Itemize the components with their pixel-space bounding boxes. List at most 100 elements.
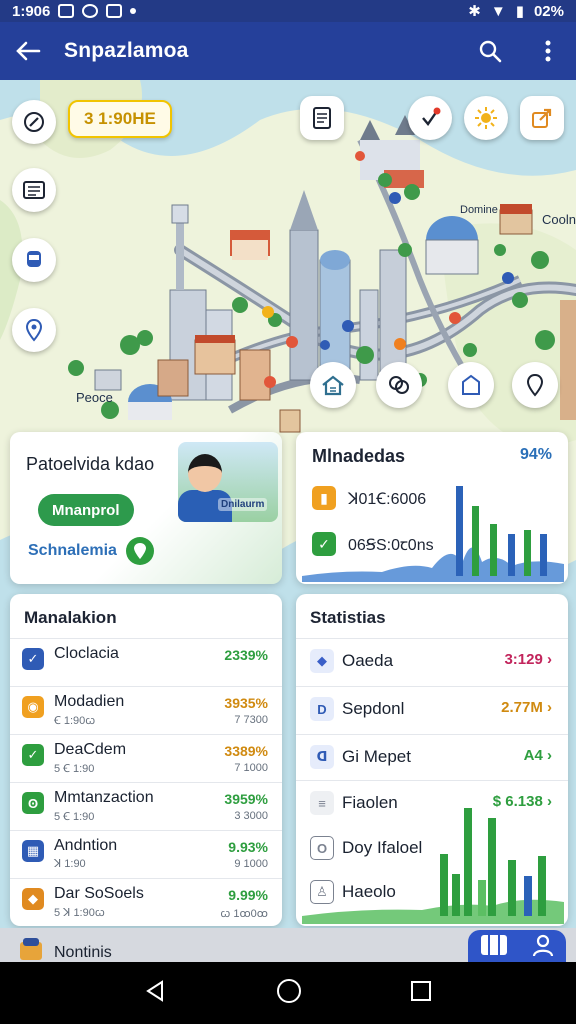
list-item-value: 2339% [224,647,268,663]
stat-label: Sepdonl [342,699,405,718]
stat-label: Oaeda [342,651,394,670]
list-view-button[interactable] [12,168,56,212]
document-button[interactable] [300,96,344,140]
media-sparkline [302,486,564,582]
notification-dot-icon [130,8,137,14]
stat-value: 2.77M › [501,699,552,716]
list-item-label: DeaCdem [54,741,127,758]
more-options-button[interactable] [534,37,562,65]
image-icon [106,4,123,18]
avatar [188,454,222,492]
box-icon: ◆ [22,888,44,910]
wifi-icon: ▼ [490,2,506,20]
list-item[interactable]: ◉ Modadien Ꞓ 1:90ꞷ 3935% 7 7300 [10,686,282,732]
profile-status-pill[interactable]: Mnanprol [38,494,134,526]
app-bar: Snpazlamoa [0,22,576,80]
profile-location[interactable]: Schnalemia [28,536,155,566]
list-item-value: 3389% [224,743,268,759]
stat-row[interactable]: ≡ Fiaolen $ 6.138 › [296,780,568,826]
compass-button[interactable] [12,100,56,144]
list-item-label: Dar SoSoels [54,885,144,902]
profile-name: Patoelvida kdao [26,454,155,474]
document-icon: D [310,697,334,721]
table-icon: ≡ [310,791,334,815]
location-badge-icon [125,537,154,565]
camera-icon: ◉ [22,696,44,718]
battery-icon: ▮ [515,3,524,20]
stat-label: Gi Mepet [342,747,411,766]
share-icon [532,108,552,128]
gift-icon: ᗡ [310,745,334,769]
map-label-coolo: Cooln [542,212,576,227]
map-fold-icon [481,934,507,955]
sun-icon [475,107,497,129]
nav-home-button[interactable] [276,978,302,1009]
location-button[interactable] [12,308,56,352]
category-people-button[interactable] [376,362,422,408]
document-icon [313,107,331,129]
bottom-sheet-label: Nontinis [54,944,112,961]
list-item-vsub: 9 1000 [234,858,268,870]
nav-recents-button[interactable] [410,980,432,1007]
list-item-label: Mmtanzaction [54,789,154,806]
user-icon [532,934,554,956]
profile-button[interactable] [531,933,555,962]
list-item[interactable]: ✓ DeaCdem 5 Ꞓ 1:90 3389% 7 1000 [10,734,282,780]
list-item-value: 9.93% [228,839,268,855]
stat-row[interactable]: ♙ Haeolo [296,870,568,916]
category-home-button[interactable] [310,362,356,408]
house-icon [322,375,344,396]
location-pin-icon [25,318,43,342]
battery-level: 02% [533,2,564,20]
stat-row[interactable]: ◆ Oaeda 3:129 › [296,638,568,684]
bluetooth-icon: ✱ [468,3,481,20]
stat-value: $ 6.138 › [492,793,552,810]
filter-button[interactable] [408,96,452,140]
list-item-vsub: 7 1000 [234,762,268,774]
stat-value: 3:129 › [504,651,552,668]
list-item-value: 3959% [224,791,268,807]
check-badge-icon [422,107,441,126]
category-shop-button[interactable] [448,362,494,408]
search-button[interactable] [476,37,504,65]
list-item-vsub: 3 3000 [234,810,268,822]
stat-row[interactable]: D Sepdonl 2.77M › [296,686,568,732]
calendar-icon: ▦ [22,840,44,862]
stat-label: Fiaolen [342,793,398,812]
list-item[interactable]: ʘ Mmtanzaction 5 Ꞓ 1:90 3959% 3 3000 [10,782,282,828]
weather-button[interactable] [464,96,508,140]
statistics-card: Statistias ◆ Oaeda 3:129 › D Sepdonl 2.7… [296,594,568,926]
circle-icon: O [310,836,334,860]
transit-button[interactable] [12,238,56,282]
search-icon [479,40,502,63]
profile-location-label: Schnalemia [28,542,117,559]
shop-icon [462,374,480,395]
list-item-sub: 5 ꓘ 1:90ꞷ [54,907,105,919]
refresh-icon: ʘ [22,792,44,814]
list-item[interactable]: ◆ Dar SoSoels 5 ꓘ 1:90ꞷ 9.99% ꞷ 1ꝏ0ꝏ [10,878,282,924]
stat-row[interactable]: ᗡ Gi Mepet A4 › [296,734,568,780]
status-bar: 1:906 ✱ ▼ ▮ 02% [0,0,576,22]
list-item[interactable]: ▦ Andntion ꓘ 1:90 9.93% 9 1000 [10,830,282,876]
square-recents-icon [411,980,431,1001]
bus-icon [27,251,41,267]
people-icon [389,376,409,394]
profile-card[interactable]: Patoelvida kdao Mnanprol Schnalemia Dnil… [10,432,282,584]
nav-back-button[interactable] [144,979,168,1008]
stat-label: Haeolo [342,882,396,901]
list-item[interactable]: ✓ Cloclacia 2339% [10,638,282,684]
sync-icon [82,4,99,18]
map-view-button[interactable] [479,932,509,963]
list-item-label: Cloclacia [54,645,119,662]
media-card[interactable]: Mlnadedas 94% ▮ ꓘ01Ꞓ:6006 ✓ 06ꞨS:0ꞇ0ns [296,432,568,584]
stat-row[interactable]: O Doy Ifaloel [296,826,568,872]
diamond-icon: ◆ [310,649,334,673]
list-item-sub: ꓘ 1:90 [54,858,86,870]
list-item-label: Andntion [54,837,118,854]
time-chip[interactable]: 3 1:90HE [68,100,172,138]
media-card-title: Mlnadedas [312,446,406,466]
category-pin-button[interactable] [512,362,558,408]
share-button[interactable] [520,96,564,140]
back-button[interactable] [14,37,42,65]
check-square-icon: ✓ [22,648,44,670]
